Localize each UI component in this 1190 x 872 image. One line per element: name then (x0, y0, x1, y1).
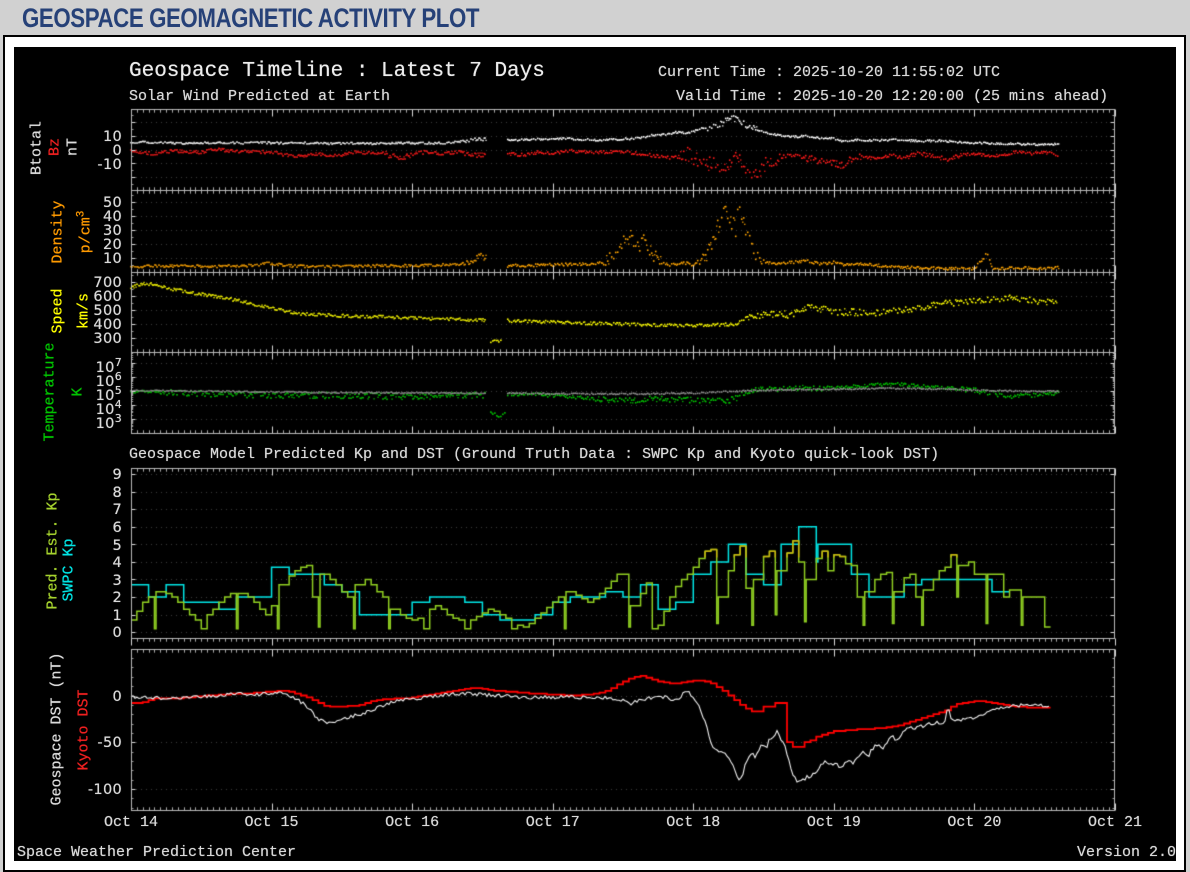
panel-dst-ytick-1: -50 (62, 735, 122, 751)
panel-kp-ytick-6: 3 (62, 573, 122, 589)
panel-kp-ytick-1: 8 (62, 485, 122, 501)
footer-right: Version 2.0 (1077, 844, 1176, 861)
x-axis-label-1: Oct 15 (222, 814, 322, 831)
panel-imf-ytick-2: -10 (62, 157, 122, 173)
panel-kp-ytick-0: 9 (62, 467, 122, 483)
x-axis-label-0: Oct 14 (81, 814, 181, 831)
panel-imf-ylabel-0: Btotal (29, 121, 46, 175)
page: GEOSPACE GEOMAGNETIC ACTIVITY PLOT Geosp… (0, 0, 1190, 868)
chart-canvas (0, 0, 1190, 868)
panel-kp-ytick-9: 0 (62, 625, 122, 641)
panel-density-ytick-4: 10 (62, 251, 122, 267)
panel-temperature-ylabel-0: Temperature (42, 342, 59, 441)
panel-kp-ytick-5: 4 (62, 555, 122, 571)
panel-kp-ytick-2: 7 (62, 502, 122, 518)
panel-kp-ytick-8: 1 (62, 608, 122, 624)
panel-kp-ylabel-0: Pred. Est. Kp (45, 492, 62, 609)
panel-dst-ytick-2: -100 (62, 782, 122, 798)
chart-title: Geospace Timeline : Latest 7 Days (129, 60, 545, 83)
chart-subtitle: Solar Wind Predicted at Earth (129, 88, 390, 105)
valid-time: Valid Time : 2025-10-20 12:20:00 (25 min… (676, 88, 1108, 105)
panel-kp-ytick-4: 5 (62, 538, 122, 554)
x-axis-label-2: Oct 16 (362, 814, 462, 831)
x-axis-label-3: Oct 17 (503, 814, 603, 831)
panel-speed-ytick-4: 300 (62, 331, 122, 347)
current-time: Current Time : 2025-10-20 11:55:02 UTC (658, 64, 1000, 81)
panel-temperature-ytick-4: 103 (62, 412, 122, 432)
mid-title: Geospace Model Predicted Kp and DST (Gro… (129, 446, 939, 463)
x-axis-label-7: Oct 21 (1065, 814, 1165, 831)
x-axis-label-4: Oct 18 (643, 814, 743, 831)
panel-dst-ytick-0: 0 (62, 689, 122, 705)
panel-kp-ytick-7: 2 (62, 590, 122, 606)
x-axis-label-6: Oct 20 (924, 814, 1024, 831)
panel-kp-ytick-3: 6 (62, 520, 122, 536)
footer-left: Space Weather Prediction Center (17, 844, 296, 861)
x-axis-label-5: Oct 19 (784, 814, 884, 831)
panel-imf-ylabel-1: Bz (47, 138, 64, 156)
